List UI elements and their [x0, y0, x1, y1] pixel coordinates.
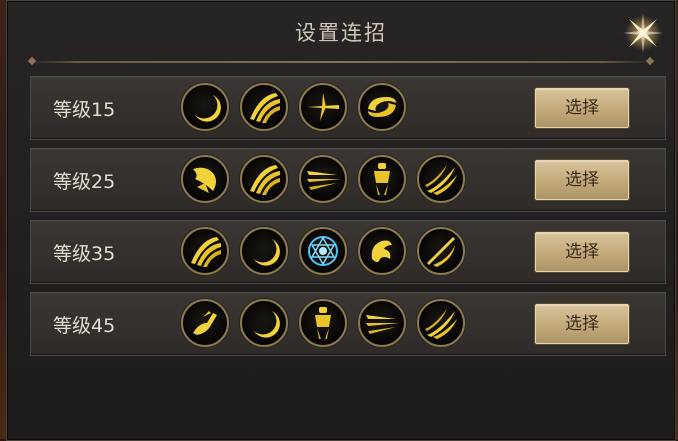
- combo-row-level-15: 等级15 选择: [30, 76, 666, 140]
- row-level-label: 等级25: [53, 171, 116, 193]
- crescent-slash-icon[interactable]: [240, 299, 288, 347]
- hexagram-seal-icon[interactable]: [299, 227, 347, 275]
- select-button[interactable]: 选择: [535, 232, 629, 272]
- select-button[interactable]: 选择: [535, 304, 629, 344]
- crescent-slash-icon[interactable]: [181, 83, 229, 131]
- warrior-stance-icon[interactable]: [299, 299, 347, 347]
- close-button[interactable]: [621, 11, 665, 55]
- dialog-title: 设置连招: [295, 21, 387, 45]
- leaping-strike-icon[interactable]: [181, 299, 229, 347]
- select-button[interactable]: 选择: [535, 88, 629, 128]
- claw-swipe-icon[interactable]: [181, 227, 229, 275]
- sword-thrust-icon[interactable]: [299, 83, 347, 131]
- select-button[interactable]: 选择: [535, 160, 629, 200]
- title-divider: [29, 61, 653, 63]
- flame-sweep-icon[interactable]: [417, 299, 465, 347]
- blade-cleave-icon[interactable]: [417, 227, 465, 275]
- combo-row-level-35: 等级35 选择: [30, 220, 666, 284]
- claw-swipe-icon[interactable]: [240, 83, 288, 131]
- close-icon: [623, 13, 663, 53]
- warrior-stance-icon[interactable]: [358, 155, 406, 203]
- combo-row-level-45: 等级45 选择: [30, 292, 666, 356]
- triple-dash-icon[interactable]: [299, 155, 347, 203]
- row-level-label: 等级35: [53, 243, 116, 265]
- combo-settings-dialog: 设置连招 等级15 选择 等级25 选择 等级35 选择 等级45 选择: [6, 0, 676, 441]
- row-level-label: 等级45: [53, 315, 116, 337]
- combo-row-level-25: 等级25 选择: [30, 148, 666, 212]
- dragon-roar-icon[interactable]: [358, 227, 406, 275]
- crescent-slash-icon[interactable]: [240, 227, 288, 275]
- burst-strike-icon[interactable]: [181, 155, 229, 203]
- claw-swipe-icon[interactable]: [240, 155, 288, 203]
- row-level-label: 等级15: [53, 99, 116, 121]
- triple-dash-icon[interactable]: [358, 299, 406, 347]
- flame-sweep-icon[interactable]: [417, 155, 465, 203]
- whirlwind-icon[interactable]: [358, 83, 406, 131]
